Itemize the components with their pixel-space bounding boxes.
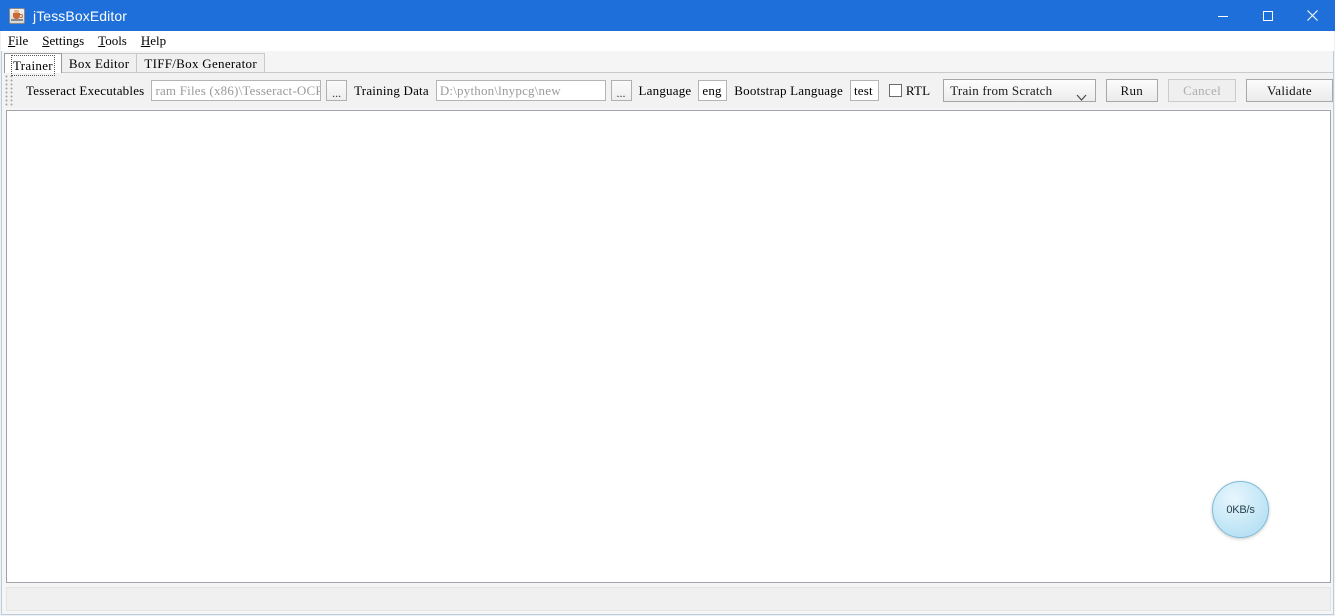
menubar: File Settings Tools Help <box>1 31 1334 51</box>
browse-executables-button[interactable]: ... <box>326 80 348 101</box>
menu-tools-label: ools <box>105 33 127 48</box>
minimize-button[interactable] <box>1200 0 1245 31</box>
rtl-label: RTL <box>905 82 931 98</box>
client-area: Trainer Box Editor TIFF/Box Generator Te… <box>1 51 1334 615</box>
menu-file[interactable]: File <box>1 32 35 50</box>
tab-tiff-box-generator[interactable]: TIFF/Box Generator <box>136 53 265 73</box>
window-controls <box>1200 0 1335 31</box>
statusbar <box>6 587 1331 611</box>
training-data-input[interactable]: D:\python\lnypcg\new <box>435 80 606 101</box>
minimize-icon <box>1217 15 1228 17</box>
menu-help-label: elp <box>150 33 167 48</box>
app-icon <box>9 7 25 24</box>
window-title: jTessBoxEditor <box>33 7 127 24</box>
rtl-checkbox-group[interactable]: RTL <box>888 82 931 99</box>
tesseract-executables-input[interactable]: ram Files (x86)\Tesseract-OCR <box>151 80 322 101</box>
bootstrap-language-input[interactable]: test <box>849 80 879 101</box>
tab-trainer[interactable]: Trainer <box>4 53 62 76</box>
rtl-checkbox[interactable] <box>888 84 902 97</box>
toolbar-drag-handle[interactable] <box>5 75 14 106</box>
close-button[interactable] <box>1290 0 1335 31</box>
tab-trainer-label: Trainer <box>11 55 55 76</box>
tesseract-executables-label: Tesseract Executables <box>26 82 145 98</box>
menu-help[interactable]: Help <box>134 32 173 50</box>
tabstrip: Trainer Box Editor TIFF/Box Generator <box>4 52 265 76</box>
menu-file-label: ile <box>15 33 29 48</box>
language-label: Language <box>638 82 692 98</box>
validate-button[interactable]: Validate <box>1246 79 1333 102</box>
chevron-down-icon <box>1076 88 1087 106</box>
training-data-label: Training Data <box>354 82 429 98</box>
tab-tiff-box-generator-label: TIFF/Box Generator <box>144 56 257 71</box>
menu-settings-label: ettings <box>49 33 85 48</box>
maximize-icon <box>1262 10 1273 21</box>
menu-tools[interactable]: Tools <box>91 32 134 50</box>
run-button[interactable]: Run <box>1105 79 1159 102</box>
training-mode-select[interactable]: Train from Scratch <box>943 79 1096 102</box>
menu-settings[interactable]: Settings <box>35 32 91 50</box>
network-speed-widget[interactable]: 0KB/s <box>1212 481 1269 538</box>
language-input[interactable]: eng <box>698 80 728 101</box>
titlebar: jTessBoxEditor <box>0 0 1335 31</box>
bootstrap-language-label: Bootstrap Language <box>734 82 843 98</box>
browse-training-data-button[interactable]: ... <box>610 80 632 101</box>
trainer-toolbar: Tesseract Executables ram Files (x86)\Te… <box>4 73 1333 108</box>
tab-box-editor-label: Box Editor <box>68 56 130 71</box>
menu-help-mnemonic: H <box>140 33 151 48</box>
close-icon <box>1307 10 1318 21</box>
training-output-panel[interactable] <box>6 110 1331 583</box>
training-mode-value: Train from Scratch <box>950 82 1053 98</box>
tab-box-editor[interactable]: Box Editor <box>60 53 138 73</box>
network-speed-value: 0KB/s <box>1226 503 1255 516</box>
application-window: jTessBoxEditor File Settings Tools Help … <box>0 0 1335 616</box>
maximize-button[interactable] <box>1245 0 1290 31</box>
cancel-button: Cancel <box>1168 79 1236 102</box>
